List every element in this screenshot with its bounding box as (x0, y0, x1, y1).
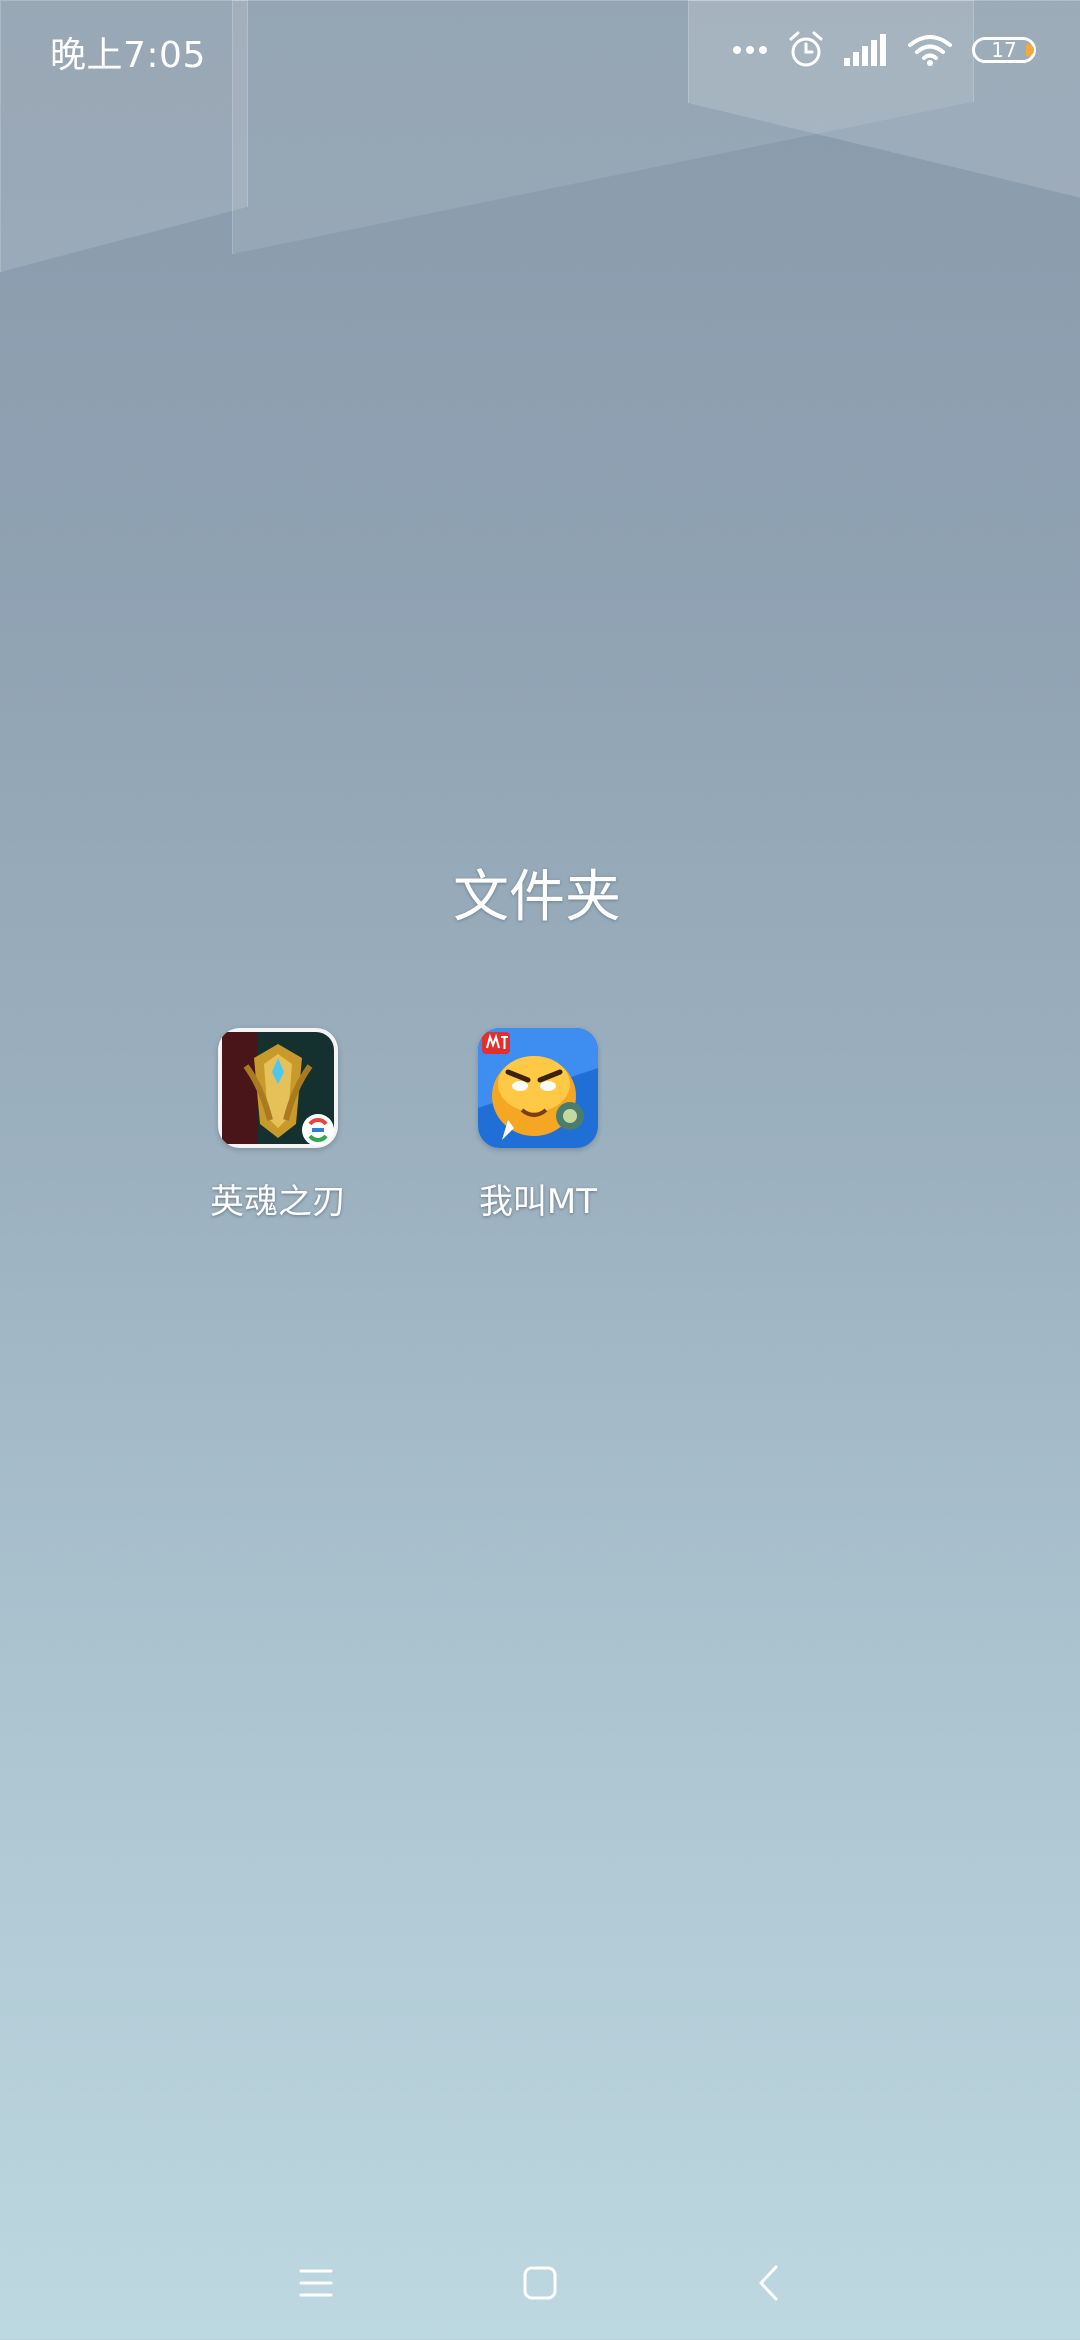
navigation-bar (0, 2230, 1080, 2340)
folder-title[interactable]: 文件夹 (0, 852, 1074, 933)
status-bar: 晚上7:05 17 (0, 0, 1080, 100)
wifi-icon (908, 33, 952, 67)
back-icon (756, 2264, 780, 2306)
app-label: 英魂之刃 (210, 1182, 346, 1222)
app-yinghun-zhiren[interactable]: 英魂之刃 (168, 1028, 388, 1223)
alarm-icon (788, 31, 824, 69)
menu-icon (299, 2268, 333, 2302)
battery-icon: 17 (972, 37, 1036, 63)
back-button[interactable] (728, 2252, 808, 2318)
app-label: 我叫MT (478, 1182, 598, 1222)
battery-level: 17 (991, 38, 1017, 62)
wo-jiao-mt-app-icon[interactable] (478, 1028, 598, 1148)
app-wo-jiao-mt[interactable]: 我叫MT (428, 1028, 648, 1223)
status-icons: 17 (732, 26, 1036, 74)
status-time: 晚上7:05 (50, 35, 206, 76)
home-button[interactable] (500, 2252, 580, 2318)
signal-icon (844, 34, 888, 66)
home-icon (522, 2265, 558, 2305)
recent-apps-button[interactable] (276, 2252, 356, 2318)
more-dots-icon (732, 44, 768, 56)
yinghun-zhiren-app-icon[interactable] (218, 1028, 338, 1148)
